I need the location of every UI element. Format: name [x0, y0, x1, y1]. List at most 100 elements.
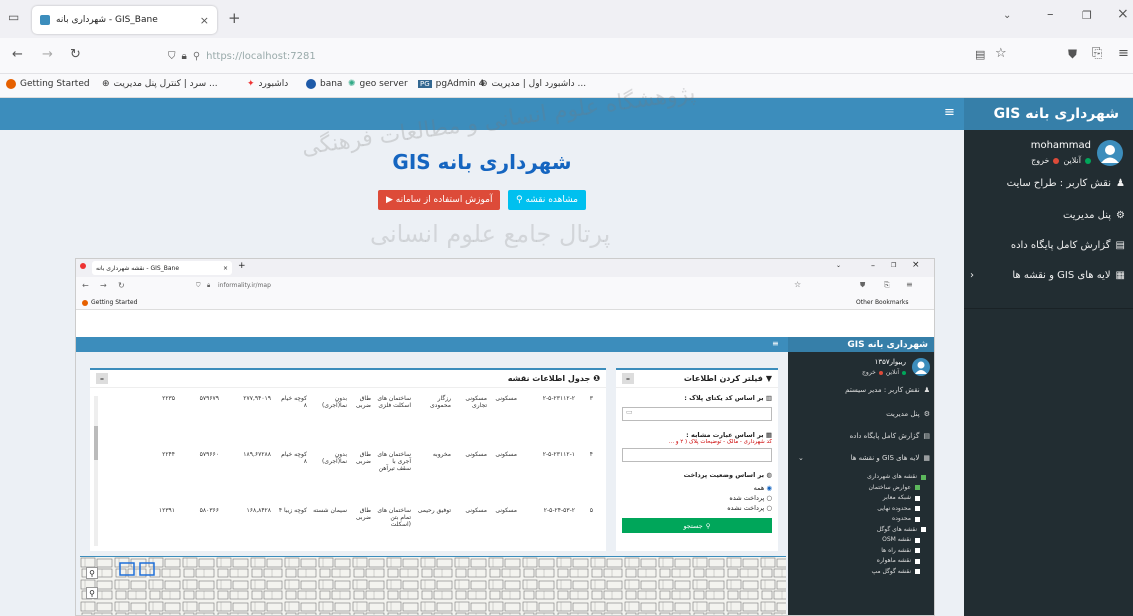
layer-item: نقشه های گوگل [867, 525, 926, 536]
lock-icon[interactable]: 🔒︎ [182, 51, 187, 62]
table-cell: ۲۲۴۴ [162, 451, 175, 458]
url-text: https://localhost:7281 [206, 50, 316, 62]
bookmark-getting-started[interactable]: Getting Started [6, 79, 90, 89]
table-cell: مسکونی [495, 507, 517, 514]
bookmark-dashboard[interactable]: ✦ داشبورد [247, 79, 288, 89]
avatar [912, 358, 930, 376]
table-cell: ساختمان های آجری با سقف تیرآهن [377, 451, 411, 472]
minimize-icon[interactable]: – [1047, 7, 1054, 22]
tab-favicon-icon [40, 15, 50, 25]
embedded-screenshot: نقشه شهرداری بانه - GIS_Bane × + ⌄ – ❐ × … [75, 258, 935, 616]
site-brand[interactable]: GIS شهرداری بانه [964, 98, 1133, 130]
back-icon[interactable]: ← [12, 47, 23, 62]
restore-icon[interactable]: ❐ [1082, 9, 1092, 22]
reader-view-icon[interactable]: ▤ [975, 48, 985, 61]
new-tab-icon[interactable]: + [228, 9, 241, 27]
table-cell: توفیق رحیمی [417, 507, 451, 514]
forward-icon[interactable]: → [42, 47, 53, 62]
shield-icon[interactable]: ⛉ [168, 51, 176, 62]
phrase-label: ▦ بر اساس عبارت مشابه : [686, 431, 772, 439]
checkbox-icon [915, 537, 920, 543]
browser-nav-bar: ← → ↻ ⛉ 🔒︎ ⚲ https://localhost:7281 ▤ ☆ … [0, 38, 1133, 74]
phrase-hint: کد شهرداری - مالک - توضیحات پلاک ( ۲ و .… [668, 439, 772, 445]
address-bar[interactable]: ⛉ 🔒︎ ⚲ https://localhost:7281 [168, 44, 968, 68]
zoom-in-icon: ⚲ [86, 567, 98, 579]
bookmark-star-icon[interactable]: ☆ [995, 46, 1007, 61]
sidebar-item-admin-panel[interactable]: ⚙ پنل مدیریت [1063, 210, 1125, 221]
table-cell: ۲-۵-۲۳۱۱۲-۲ [542, 395, 575, 402]
users-icon: ♟ [923, 386, 930, 394]
shield-icon: ⛉ [196, 282, 201, 289]
avatar [1097, 140, 1123, 166]
checkbox-icon [915, 495, 920, 501]
extensions-icon: ⎘ [884, 281, 890, 289]
permissions-icon[interactable]: ⚲ [193, 51, 200, 62]
view-map-button[interactable]: ⚲ مشاهده نقشه [507, 190, 586, 210]
tutorial-button[interactable]: ▶ آموزش استفاده از سامانه [378, 190, 501, 210]
list-all-tabs-icon[interactable]: ⌄ [1003, 10, 1011, 21]
table-panel: ❶ جدول اطلاعات نقشه – ۳ ۲-۵-۲۳۱۱۲-۲ مسکونی م… [90, 368, 606, 551]
layer-item: عوارض ساختمان [867, 483, 926, 494]
forward-icon: → [100, 281, 107, 290]
database-icon: ▤ [1115, 240, 1125, 251]
pocket-icon: ⛊ [860, 281, 866, 289]
table-cell: طاق ضربی [355, 507, 371, 521]
table-cell: ۵ [589, 507, 593, 514]
table-cell: ۲-۵-۲۳۱۱۲-۱ [542, 451, 575, 458]
zoom-out-icon: ⚲ [86, 587, 98, 599]
sidebar-toggle-icon[interactable]: ≡ [944, 105, 955, 120]
logout-link[interactable]: خروج [1031, 156, 1049, 165]
bookmark-bana[interactable]: bana [306, 79, 342, 89]
pocket-icon[interactable]: ⛊ [1068, 47, 1077, 62]
extensions-icon[interactable]: ⎘ [1092, 46, 1102, 61]
table-cell: رزگار محمودی [429, 395, 451, 409]
table-cell: ۱۲۳۹۱ [158, 507, 175, 514]
browser-tab[interactable]: شهرداری بانه - GIS_Bane × [32, 6, 217, 34]
checkbox-icon [915, 558, 920, 564]
tab-list-icon[interactable]: ▭ [8, 10, 19, 24]
bana-icon [306, 79, 316, 89]
payment-label: ◍ بر اساس وضعیت پرداخت [683, 471, 772, 479]
table-row: ۳ ۲-۵-۲۳۱۱۲-۲ مسکونی مسکونی تجاری رزگار محمو… [146, 394, 596, 450]
inner-sidebar-item-admin-panel: ⚙ پنل مدیریت [886, 410, 930, 418]
bookmark-control-panel[interactable]: ⊕ سرد | کنترل پنل مدیریت ... [102, 79, 218, 89]
firefox-icon [6, 79, 16, 89]
layer-item: محدوده [867, 514, 926, 525]
scrollbar-thumb [94, 426, 98, 460]
table-cell: سیمان شسته [313, 507, 347, 514]
bookmark-geo-server[interactable]: ✺ geo server [348, 79, 408, 89]
map-info-table: ۳ ۲-۵-۲۳۱۱۲-۲ مسکونی مسکونی تجاری رزگار محمو… [146, 394, 596, 554]
pgadmin-icon: PG [418, 80, 432, 88]
sidebar-item-gis-layers[interactable]: ▦ لایه های GIS و نقشه ها ‹ [970, 270, 1125, 281]
table-cell: ساختمان های اسکلت فلزی [377, 395, 411, 409]
online-dot-icon [902, 370, 906, 375]
close-tab-icon[interactable]: × [200, 14, 209, 27]
radio-unpaid: ○ پرداخت نشده [727, 504, 772, 512]
table-cell: طاق ضربی [355, 395, 371, 409]
user-role: ♟ نقش کاربر : طراح سایت [1006, 178, 1125, 189]
logout-dot-icon [878, 370, 883, 375]
page-title: GIS شهرداری بانه [392, 150, 572, 174]
sidebar: mohammad آنلاین خروج ♟ نقش کاربر : طراح س… [964, 130, 1133, 616]
close-window-icon[interactable]: × [1117, 6, 1129, 22]
inner-nav-bar: ← → ↻ ⛉ 🔒︎ informality.ir/map ☆ ⛊ ⎘ ≡ [76, 277, 934, 296]
table-cell: ۲-۵-۲۴-۵۳-۲ [543, 507, 575, 514]
radio-icon: ○ [766, 494, 772, 502]
sidebar-item-db-report[interactable]: ▤ گزارش کامل پایگاه داده [1011, 240, 1125, 251]
bookmark-pgadmin[interactable]: PG pgAdmin 4 [418, 79, 484, 89]
table-cell: ۱۶۸,۸۴۲۸ [246, 507, 271, 514]
reload-icon[interactable]: ↻ [70, 47, 81, 62]
table-cell: مسکونی [465, 451, 487, 458]
chevron-down-icon: ⌄ [798, 454, 804, 462]
table-cell: مخروبه [432, 451, 451, 458]
phrase-input [622, 448, 772, 462]
checkbox-checked-icon [915, 485, 920, 491]
layer-item: شبکه معابر [867, 493, 926, 504]
table-cell: کوچه خیام ۸ [281, 395, 307, 409]
table-cell: بدون نما(آجری) [321, 451, 347, 465]
inner-username: ریبوار۱۳۵۷ [874, 358, 906, 366]
inner-tab: نقشه شهرداری بانه - GIS_Bane × [92, 261, 232, 275]
menu-icon[interactable]: ≡ [1118, 46, 1129, 61]
filter-panel: ▼ فیلتر کردن اطلاعات – ▥ بر اساس کد یکتای… [616, 368, 778, 551]
bookmark-dashboard-first[interactable]: ⊕ داشبورد اول | مدیریت ... [480, 79, 586, 89]
